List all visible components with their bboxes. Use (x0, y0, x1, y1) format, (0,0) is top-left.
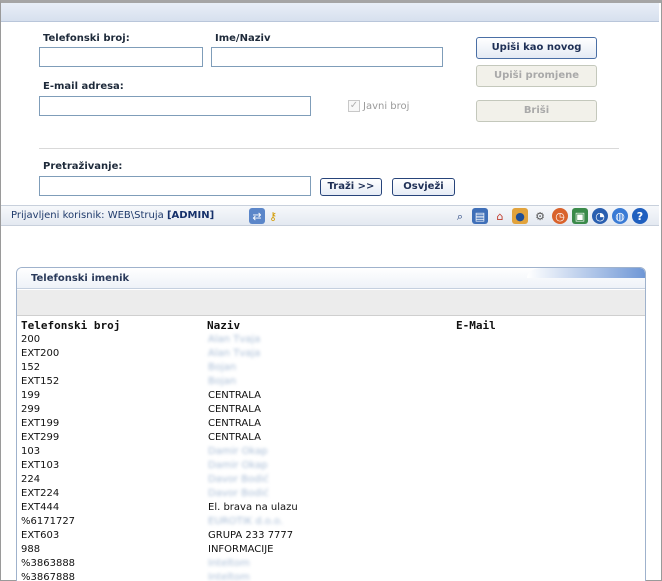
row-name: GRUPA 233 7777 (208, 530, 294, 541)
row-name: CENTRALA (208, 404, 261, 415)
form-divider (39, 148, 619, 149)
status-bar: Prijavljeni korisnik: WEB\Struja [ADMIN]… (1, 205, 659, 226)
home-icon[interactable]: ⌂ (492, 208, 508, 224)
row-name: Bojan (208, 376, 237, 387)
row-name: Inteltom (208, 558, 250, 569)
name-input[interactable] (211, 47, 443, 67)
email-label: E-mail adresa: (43, 81, 124, 92)
contact-form: Telefonski broj: Ime/Naziv E-mail adresa… (1, 22, 659, 205)
name-label: Ime/Naziv (215, 33, 271, 44)
table-row[interactable]: EXT152 Bojan (21, 376, 641, 390)
table-row[interactable]: %3867888 Inteltom (21, 572, 641, 581)
phone-label: Telefonski broj: (43, 33, 130, 44)
row-phone: EXT200 (21, 348, 60, 359)
public-number-checkbox[interactable]: ✓ (348, 100, 360, 112)
table-row[interactable]: EXT603 GRUPA 233 7777 (21, 530, 641, 544)
logged-user-text: Prijavljeni korisnik: WEB\Struja [ADMIN] (11, 210, 214, 221)
save-changes-button[interactable]: Upiši promjene (476, 65, 597, 87)
table-row[interactable]: EXT103 Damir Okap (21, 460, 641, 474)
column-header-phone[interactable]: Telefonski broj (21, 319, 120, 332)
key-icon[interactable]: ⚷ (265, 208, 281, 224)
table-row[interactable]: EXT444 El. brava na ulazu (21, 502, 641, 516)
clock-icon[interactable]: ◷ (552, 208, 568, 224)
row-phone: %3863888 (21, 558, 76, 569)
gear-icon[interactable]: ⚙ (532, 208, 548, 224)
row-phone: EXT152 (21, 376, 60, 387)
row-phone: 299 (21, 404, 41, 415)
refresh-button[interactable]: Osvježi (392, 178, 455, 196)
phonebook-panel: Telefonski imenik Telefonski broj Naziv … (16, 267, 646, 581)
row-name: CENTRALA (208, 418, 261, 429)
row-phone: EXT224 (21, 488, 60, 499)
table-row[interactable]: 199 CENTRALA (21, 390, 641, 404)
help-icon[interactable]: ? (632, 208, 648, 224)
row-name: CENTRALA (208, 390, 261, 401)
row-name: CENTRALA (208, 432, 261, 443)
column-header-name[interactable]: Naziv (207, 319, 240, 332)
top-bar (1, 3, 659, 22)
row-phone: %6171727 (21, 516, 76, 527)
user-role: [ADMIN] (166, 210, 215, 221)
phone-input[interactable] (39, 47, 203, 67)
panel-toolbar (17, 290, 645, 316)
row-name: Davor Bodić (208, 488, 269, 499)
search-icon[interactable]: ⌕ (452, 208, 468, 224)
table-row[interactable]: EXT299 CENTRALA (21, 432, 641, 446)
row-name: Alan Tvaja (208, 348, 261, 359)
row-phone: EXT299 (21, 432, 60, 443)
row-phone: 988 (21, 544, 41, 555)
table-row[interactable]: 224 Davor Bodić (21, 474, 641, 488)
globe-icon[interactable]: ◍ (612, 208, 628, 224)
row-phone: EXT444 (21, 502, 60, 513)
table-row[interactable]: 988 INFORMACIJE (21, 544, 641, 558)
group-icon[interactable]: ● (512, 208, 528, 224)
row-name: Damir Okap (208, 460, 268, 471)
public-number-label: Javni broj (363, 101, 410, 112)
table-row[interactable]: 299 CENTRALA (21, 404, 641, 418)
window-icon[interactable]: ▣ (572, 208, 588, 224)
row-name: Alan Tvaja (208, 334, 261, 345)
table-row[interactable]: %3863888 Inteltom (21, 558, 641, 572)
column-header-email[interactable]: E-Mail (456, 319, 496, 332)
row-name: EUROTIK d.o.o. (208, 516, 284, 527)
table-row[interactable]: %6171727 EUROTIK d.o.o. (21, 516, 641, 530)
search-button[interactable]: Traži >> (320, 178, 382, 196)
email-input[interactable] (39, 96, 311, 116)
row-name: Bojan (208, 362, 237, 373)
row-phone: EXT603 (21, 530, 60, 541)
table-row[interactable]: 103 Damir Okap (21, 446, 641, 460)
row-name: El. brava na ulazu (208, 502, 298, 513)
book-icon[interactable]: ▤ (472, 208, 488, 224)
row-name: INFORMACIJE (208, 544, 274, 555)
search-input[interactable] (39, 176, 311, 196)
panel-header: Telefonski imenik (17, 268, 645, 289)
row-phone: 199 (21, 390, 41, 401)
table-row[interactable]: 152 Bojan (21, 362, 641, 376)
phonebook-rows: 200 Alan Tvaja EXT200 Alan Tvaja 152 Bojan EXT… (21, 334, 641, 581)
row-phone: EXT199 (21, 418, 60, 429)
delete-button[interactable]: Briši (476, 100, 597, 122)
row-phone: %3867888 (21, 572, 76, 581)
row-phone: EXT103 (21, 460, 60, 471)
table-row[interactable]: 200 Alan Tvaja (21, 334, 641, 348)
logged-user-name: WEB\Struja (107, 210, 164, 221)
table-row[interactable]: EXT199 CENTRALA (21, 418, 641, 432)
row-name: Davor Bodić (208, 474, 269, 485)
table-row[interactable]: EXT200 Alan Tvaja (21, 348, 641, 362)
row-phone: 224 (21, 474, 41, 485)
row-name: Damir Okap (208, 446, 268, 457)
row-name: Inteltom (208, 572, 250, 581)
panel-title: Telefonski imenik (31, 273, 130, 284)
add-new-button[interactable]: Upiši kao novog (476, 37, 597, 59)
search-label: Pretraživanje: (43, 161, 123, 172)
row-phone: 152 (21, 362, 41, 373)
users-key-icon[interactable]: ⇄ (249, 208, 265, 224)
table-row[interactable]: EXT224 Davor Bodić (21, 488, 641, 502)
row-phone: 200 (21, 334, 41, 345)
logged-user-prefix: Prijavljeni korisnik: (11, 210, 108, 221)
row-phone: 103 (21, 446, 41, 457)
disk-icon[interactable]: ◔ (592, 208, 608, 224)
panel-accent (527, 268, 645, 278)
